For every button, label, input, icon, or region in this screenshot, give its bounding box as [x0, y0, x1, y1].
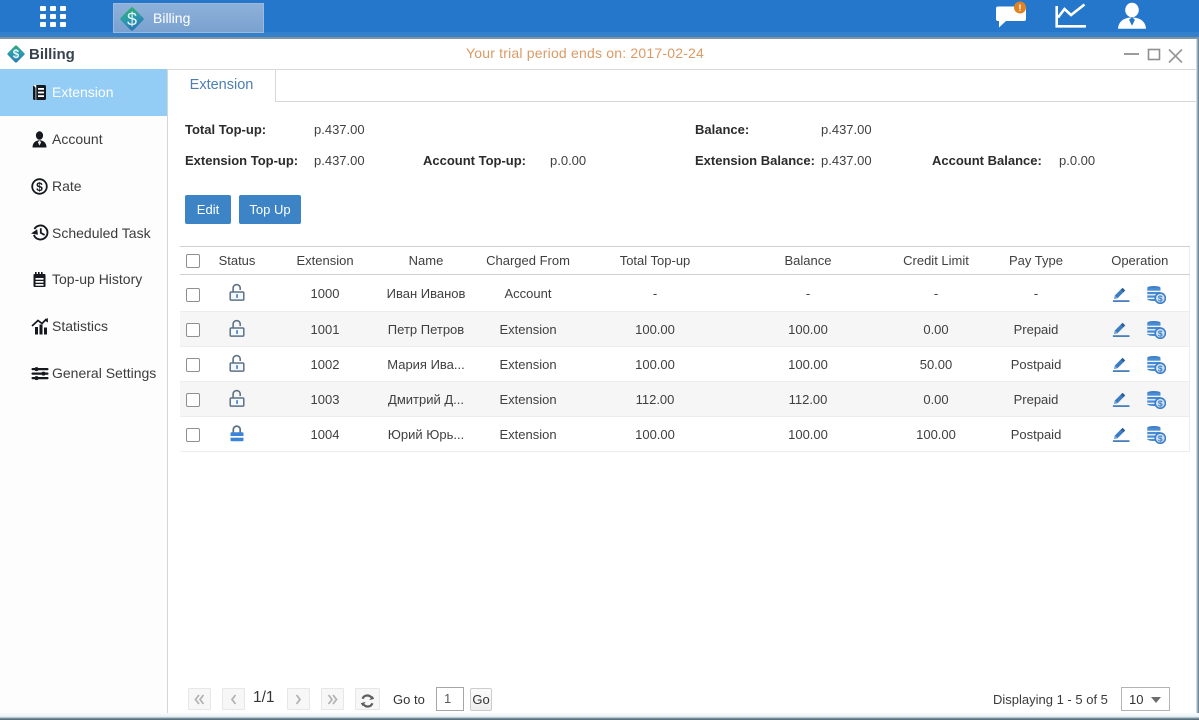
svg-text:$: $: [36, 180, 43, 194]
svg-text:$: $: [1158, 398, 1163, 408]
svg-text:$: $: [1158, 433, 1163, 443]
svg-text:$: $: [1158, 293, 1163, 303]
svg-text:!: !: [1018, 3, 1021, 14]
svg-text:$: $: [1158, 328, 1163, 338]
svg-text:$: $: [127, 9, 137, 29]
svg-text:$: $: [1158, 363, 1163, 373]
